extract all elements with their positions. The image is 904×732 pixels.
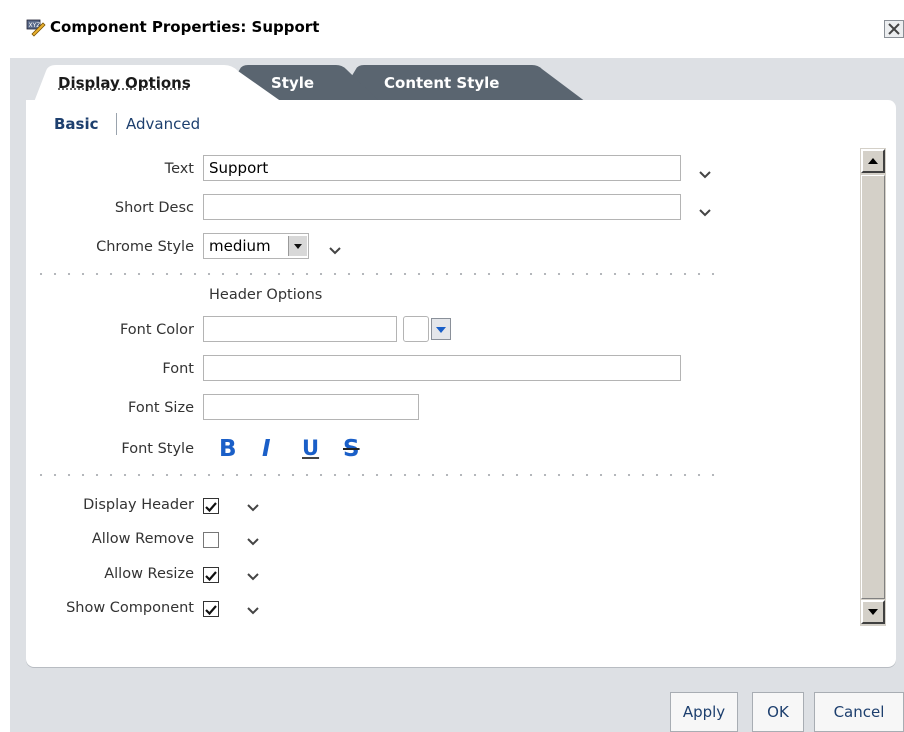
display-header-label: Display Header (83, 497, 194, 513)
window-title: Component Properties: Support (50, 18, 320, 36)
font-input[interactable] (203, 355, 681, 381)
scroll-up-button[interactable] (861, 149, 885, 173)
chevron-down-icon[interactable] (246, 606, 260, 616)
subnav-basic[interactable]: Basic (54, 115, 99, 133)
chrome-style-value: medium (209, 237, 271, 255)
allow-resize-label: Allow Resize (104, 566, 194, 582)
chevron-down-icon[interactable] (246, 537, 260, 547)
chrome-style-select[interactable]: medium (203, 233, 309, 259)
allow-resize-checkbox[interactable] (203, 567, 219, 583)
chevron-down-icon[interactable] (328, 246, 342, 256)
chevron-down-icon[interactable] (698, 170, 712, 180)
separator (34, 474, 720, 476)
chevron-down-icon[interactable] (246, 503, 260, 513)
text-input[interactable]: Support (203, 155, 681, 181)
short-desc-input[interactable] (203, 194, 681, 220)
cancel-button[interactable]: Cancel (814, 692, 904, 732)
close-icon[interactable] (884, 20, 904, 38)
text-label: Text (164, 161, 194, 177)
allow-remove-label: Allow Remove (91, 531, 194, 547)
scrollbar-thumb[interactable] (861, 175, 885, 599)
show-component-label: Show Component (66, 600, 194, 616)
font-style-label: Font Style (121, 441, 194, 457)
header-options-heading: Header Options (209, 287, 323, 303)
color-swatch[interactable] (403, 316, 429, 342)
dropdown-arrow-icon[interactable] (288, 236, 307, 256)
subnav-advanced[interactable]: Advanced (126, 115, 200, 133)
tab-display-options[interactable]: Display Options (34, 65, 282, 102)
chevron-down-icon[interactable] (698, 208, 712, 218)
font-size-input[interactable] (203, 394, 419, 420)
strikethrough-icon[interactable]: S (343, 436, 360, 462)
short-desc-label: Short Desc (114, 200, 194, 216)
allow-remove-checkbox[interactable] (203, 532, 219, 548)
font-label: Font (162, 361, 194, 377)
subnav-divider (116, 113, 117, 135)
chrome-style-label: Chrome Style (96, 239, 194, 255)
display-header-checkbox[interactable] (203, 498, 219, 514)
apply-button[interactable]: Apply (670, 692, 738, 732)
tab-display-options-label: Display Options (58, 74, 191, 92)
tab-content-style-label: Content Style (384, 74, 500, 92)
scroll-down-button[interactable] (861, 600, 885, 624)
font-color-label: Font Color (119, 322, 194, 338)
chevron-down-icon[interactable] (246, 572, 260, 582)
underline-icon[interactable]: U (302, 436, 319, 460)
color-picker-dropdown-icon[interactable] (431, 318, 451, 340)
font-size-label: Font Size (128, 400, 194, 416)
properties-icon: XYZ (26, 19, 46, 37)
separator (34, 273, 720, 275)
font-color-input[interactable] (203, 316, 397, 342)
show-component-checkbox[interactable] (203, 601, 219, 617)
bold-icon[interactable]: B (219, 436, 237, 462)
ok-button[interactable]: OK (752, 692, 804, 732)
italic-icon[interactable]: I (262, 436, 271, 462)
